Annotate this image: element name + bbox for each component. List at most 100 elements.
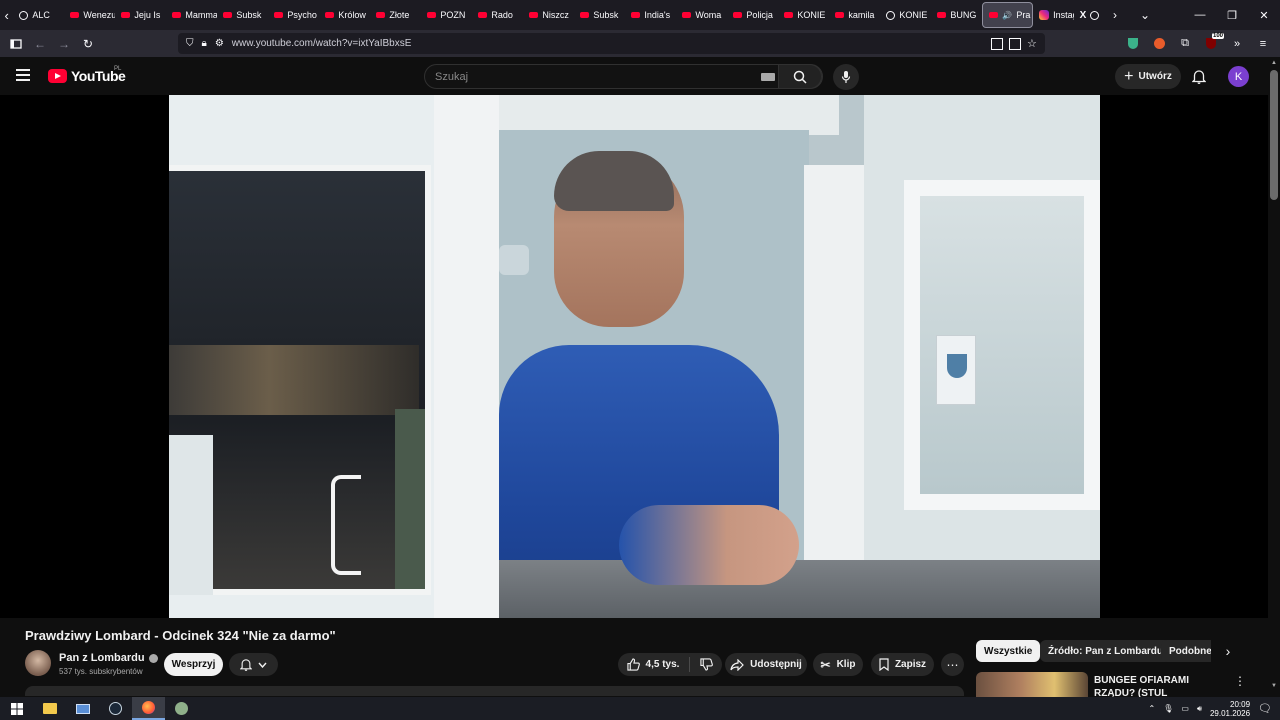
sidebar-toggle-icon[interactable] xyxy=(4,32,28,56)
list-all-tabs-button[interactable]: ⌄ xyxy=(1130,0,1160,30)
tab-item[interactable]: KONIE xyxy=(880,2,931,28)
more-tools-icon[interactable]: » xyxy=(1226,33,1248,55)
tab-item[interactable]: Niszcz xyxy=(523,2,574,28)
channel-avatar[interactable] xyxy=(25,650,51,676)
minimize-button[interactable]: — xyxy=(1184,0,1216,30)
microphone-tray-icon[interactable]: 🎙︎ xyxy=(1163,704,1173,713)
youtube-logo[interactable]: YouTube PL xyxy=(48,66,126,84)
steam-icon[interactable] xyxy=(99,697,132,720)
close-window-button[interactable]: ✕ xyxy=(1248,0,1280,30)
tab-item[interactable]: Psycho xyxy=(268,2,319,28)
tab-item[interactable]: POZN xyxy=(421,2,472,28)
more-actions-button[interactable]: ⋯ xyxy=(941,653,964,676)
search-button[interactable] xyxy=(778,64,822,89)
vpn-shield-icon[interactable] xyxy=(1122,33,1144,55)
menu-hamburger-icon[interactable]: ≡ xyxy=(1252,33,1274,55)
url-text[interactable]: www.youtube.com/watch?v=ixtYaIBbxsE xyxy=(232,38,412,49)
ublock-icon[interactable]: 100 xyxy=(1200,32,1224,55)
search-input[interactable] xyxy=(425,70,745,83)
tab-label: Policja xyxy=(746,10,773,20)
chip-related[interactable]: Podobne xyxy=(1161,640,1211,662)
tab-item[interactable]: Wenezuela xyxy=(64,2,115,28)
keyboard-icon[interactable] xyxy=(761,73,775,81)
volume-icon[interactable]: 🔊︎ xyxy=(1197,704,1202,714)
bookmark-star-icon[interactable]: ☆ xyxy=(1027,38,1039,50)
tab-item[interactable]: Policja xyxy=(727,2,778,28)
tab-item[interactable]: KONIE xyxy=(778,2,829,28)
chips-next-button[interactable]: › xyxy=(1218,641,1238,661)
scroll-down-icon[interactable]: ▼ xyxy=(1271,683,1277,689)
start-button[interactable] xyxy=(0,697,33,720)
tab-instagram[interactable]: Instag xyxy=(1033,2,1074,28)
search-icon xyxy=(793,70,807,84)
voice-search-button[interactable] xyxy=(833,64,859,90)
tab-active[interactable]: 🔊 Pra ✕ xyxy=(982,2,1034,28)
tab-item[interactable]: ALC xyxy=(13,2,64,28)
tab-item[interactable]: Subsk xyxy=(217,2,268,28)
clock[interactable]: 20:09 29.01.2026 xyxy=(1210,700,1250,718)
chip-source[interactable]: Źródło: Pan z Lombardu xyxy=(1040,640,1171,662)
like-button[interactable]: 4,5 tys. xyxy=(626,657,691,672)
channel-name-text[interactable]: Pan z Lombardu xyxy=(59,652,145,664)
scrollbar-thumb[interactable] xyxy=(1270,70,1278,200)
reader-view-icon[interactable] xyxy=(1009,37,1021,50)
notification-bell-button[interactable] xyxy=(229,653,278,676)
save-button[interactable]: Zapisz xyxy=(871,653,934,676)
restore-button[interactable]: ❐ xyxy=(1216,0,1248,30)
tab-item[interactable]: Mamma xyxy=(166,2,217,28)
picture-in-picture-icon[interactable] xyxy=(991,37,1003,50)
tray-expand-icon[interactable]: ⌃ xyxy=(1149,704,1156,713)
network-icon[interactable]: ▭ xyxy=(1181,704,1189,713)
dislike-button[interactable] xyxy=(696,658,714,671)
lock-icon[interactable]: 🔒︎ xyxy=(202,38,207,49)
reload-button[interactable]: ↻ xyxy=(76,32,100,56)
computer-icon[interactable] xyxy=(66,697,99,720)
chevron-down-icon xyxy=(258,662,267,668)
tab-item[interactable]: Subsk xyxy=(574,2,625,28)
tab-item[interactable]: Królow xyxy=(319,2,370,28)
extensions-puzzle-icon[interactable]: ⧉ xyxy=(1174,33,1196,55)
tabs-scroll-right-button[interactable]: › xyxy=(1100,0,1130,30)
recommendation-thumbnail[interactable] xyxy=(976,672,1088,697)
tab-item[interactable]: Złote xyxy=(370,2,421,28)
youtube-icon xyxy=(733,12,743,18)
recommendation-title[interactable]: BUNGEE OFIARAMI RZĄDU? (STUL DZINOLD BAN… xyxy=(1094,674,1214,697)
create-button[interactable]: + Utwórz xyxy=(1115,64,1181,89)
video-reflection xyxy=(499,245,529,275)
video-player[interactable] xyxy=(0,95,1268,618)
tab-item[interactable]: Rado xyxy=(472,2,523,28)
share-button[interactable]: Udostępnij xyxy=(725,653,807,676)
video-frame[interactable] xyxy=(169,95,1100,618)
firefox-extension-icon[interactable] xyxy=(1148,33,1170,55)
speaker-icon[interactable]: 🔊 xyxy=(1002,11,1012,20)
url-bar[interactable]: ⛉ 🔒︎ ⚙︎ www.youtube.com/watch?v=ixtYaIBb… xyxy=(178,33,1045,54)
back-button[interactable]: ← xyxy=(28,32,52,56)
chip-all[interactable]: Wszystkie xyxy=(976,640,1041,662)
notification-center-icon[interactable]: 🗨︎ xyxy=(1258,702,1272,715)
account-avatar[interactable]: K xyxy=(1228,66,1249,87)
notifications-button[interactable] xyxy=(1189,66,1209,86)
forward-button[interactable]: → xyxy=(52,32,76,56)
tab-item[interactable]: Jeju Is xyxy=(115,2,166,28)
tab-x[interactable]: X xyxy=(1074,2,1100,28)
file-explorer-icon[interactable] xyxy=(33,697,66,720)
app-taskbar-icon[interactable] xyxy=(165,697,198,720)
tab-item[interactable]: BUNG xyxy=(931,2,982,28)
support-button[interactable]: Wesprzyj xyxy=(164,653,223,676)
tab-list: ALC Wenezuela Jeju Is Mamma Subsk Psycho Królo… xyxy=(13,0,982,30)
description-box[interactable] xyxy=(25,686,964,696)
tab-item[interactable]: Woma xyxy=(676,2,727,28)
tab-item[interactable]: India's xyxy=(625,2,676,28)
scroll-up-icon[interactable]: ▲ xyxy=(1271,60,1277,66)
recommendation-menu-icon[interactable]: ⋮ xyxy=(1234,674,1246,688)
page-scrollbar[interactable]: ▲ ▼ xyxy=(1268,57,1280,697)
permissions-icon[interactable]: ⚙︎ xyxy=(215,38,224,49)
tracking-shield-icon[interactable]: ⛉ xyxy=(186,38,194,49)
tab-item[interactable]: kamila xyxy=(829,2,880,28)
like-count: 4,5 tys. xyxy=(645,659,680,670)
firefox-taskbar-icon[interactable] xyxy=(132,697,165,720)
tabs-scroll-left-button[interactable]: ‹ xyxy=(0,0,13,30)
clip-button[interactable]: ✂ Klip xyxy=(813,653,863,676)
channel-name[interactable]: Pan z Lombardu xyxy=(59,652,158,664)
guide-menu-icon[interactable] xyxy=(16,69,30,81)
